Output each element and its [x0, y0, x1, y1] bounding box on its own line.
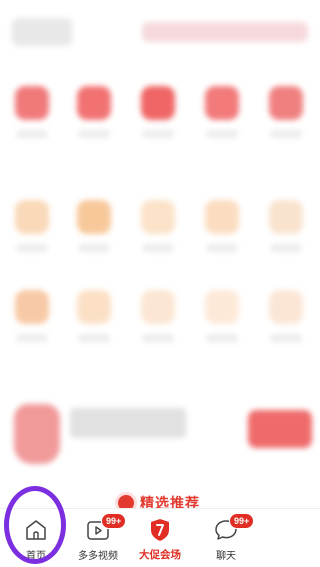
category-item	[138, 290, 178, 342]
category-item	[266, 200, 306, 252]
top-search-bar	[0, 18, 320, 50]
video-icon: 99+	[85, 513, 127, 543]
category-item	[266, 290, 306, 342]
video-badge: 99+	[101, 513, 127, 529]
category-item	[12, 290, 52, 342]
promo-text-placeholder	[70, 408, 186, 438]
category-item	[74, 290, 114, 342]
promo-shield-icon	[147, 517, 173, 543]
category-item	[74, 200, 114, 252]
tab-home[interactable]: 首页	[4, 509, 68, 567]
top-left-placeholder	[12, 18, 72, 46]
tab-home-label: 首页	[26, 551, 46, 562]
chat-icon: 99+	[213, 513, 255, 543]
category-item	[138, 86, 178, 138]
tab-chat-label: 聊天	[216, 551, 236, 562]
category-item	[74, 86, 114, 138]
tab-video[interactable]: 99+ 多多视频	[66, 509, 130, 567]
category-item	[202, 86, 242, 138]
promo-banner	[0, 396, 320, 472]
tab-video-label: 多多视频	[78, 551, 118, 562]
category-item	[12, 86, 52, 138]
category-item	[12, 200, 52, 252]
tab-promo[interactable]: 大促会场	[128, 509, 192, 567]
bottom-tab-bar: 首页 99+ 多多视频 大促会场 99+ 聊天	[0, 508, 320, 567]
category-item	[138, 200, 178, 252]
tab-chat[interactable]: 99+ 聊天	[194, 509, 258, 567]
home-icon	[23, 517, 49, 543]
category-item	[266, 86, 306, 138]
search-input-placeholder	[142, 22, 308, 42]
category-item	[202, 200, 242, 252]
category-row-3	[0, 290, 320, 370]
chat-badge: 99+	[229, 513, 255, 529]
category-item	[202, 290, 242, 342]
promo-button	[248, 410, 312, 448]
category-row-1	[0, 86, 320, 166]
category-row-2	[0, 200, 320, 280]
promo-image	[14, 404, 60, 464]
tab-promo-label: 大促会场	[139, 549, 181, 561]
